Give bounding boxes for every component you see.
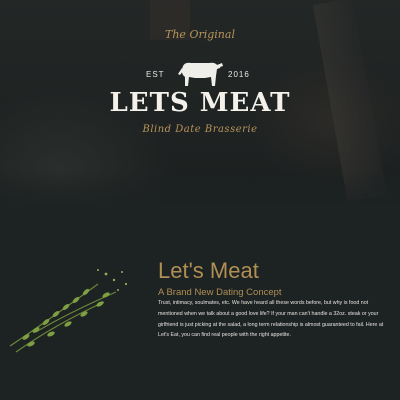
brand-logo[interactable]: The Original EST 2016 LETS MEAT Blind Da… bbox=[100, 28, 300, 148]
cow-icon bbox=[178, 62, 223, 86]
logo-est-text: EST bbox=[146, 70, 165, 79]
logo-subtitle: Blind Date Brasserie bbox=[142, 124, 258, 135]
section-body-text: Trust, intimacy, soulmates, etc. We have… bbox=[158, 300, 384, 339]
section-title: Let's Meat bbox=[158, 258, 259, 283]
hero-fade bbox=[0, 170, 400, 210]
logo-original-text: The Original bbox=[165, 28, 235, 41]
herb-sprig-image bbox=[9, 269, 128, 353]
hero-banner: The Original EST 2016 LETS MEAT Blind Da… bbox=[0, 0, 400, 210]
logo-title: LETS MEAT bbox=[109, 88, 291, 118]
section-subtitle: A Brand New Dating Concept bbox=[158, 287, 282, 298]
logo-year-text: 2016 bbox=[228, 70, 250, 79]
